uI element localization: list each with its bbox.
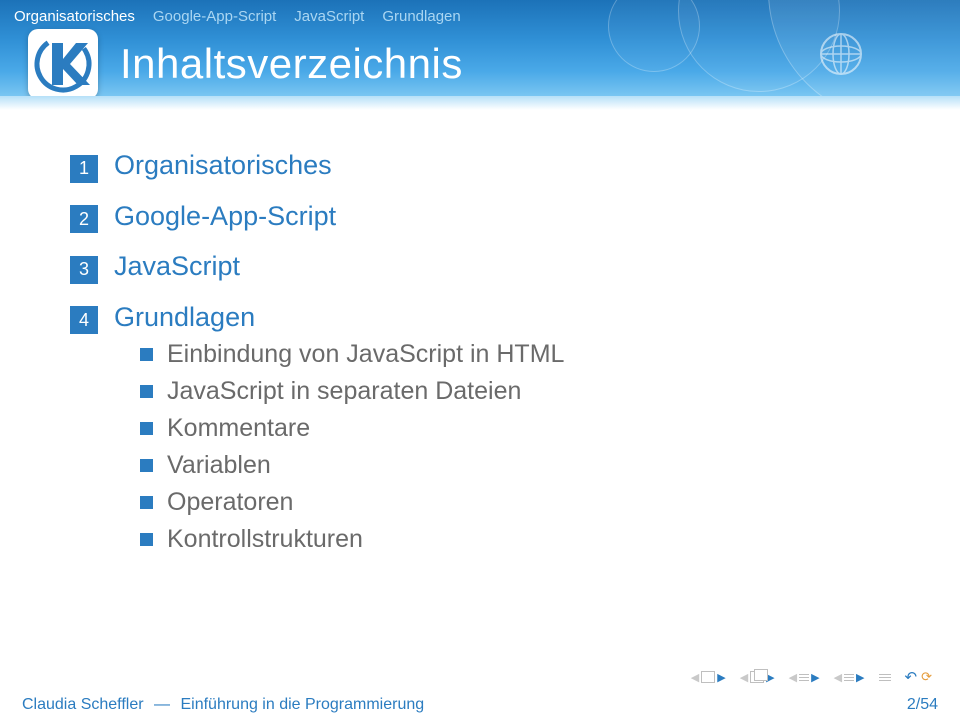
square-bullet-icon (140, 533, 153, 546)
triangle-left-icon: ◀ (691, 671, 699, 684)
footer: Claudia Scheffler — Einführung in die Pr… (0, 690, 960, 720)
triangle-right-icon: ▶ (717, 671, 725, 684)
toc-number-badge: 1 (70, 155, 98, 183)
footer-left: Claudia Scheffler — Einführung in die Pr… (22, 696, 424, 714)
nav-prev-slide-button[interactable]: ◀ ▶ (740, 671, 775, 684)
frames-stack-icon (750, 671, 764, 683)
frame-icon (701, 671, 715, 683)
nav-prev-frame-button[interactable]: ◀ ▶ (691, 671, 726, 684)
square-bullet-icon (140, 459, 153, 472)
toc-link-javascript[interactable]: JavaScript (114, 251, 240, 282)
nav-outline-button[interactable] (879, 674, 891, 681)
square-bullet-icon (140, 385, 153, 398)
toc-number-badge: 2 (70, 205, 98, 233)
square-bullet-icon (140, 496, 153, 509)
toc-sublink[interactable]: JavaScript in separaten Dateien (167, 377, 521, 406)
toc-subitem: Operatoren (140, 488, 920, 517)
toc-sublink[interactable]: Operatoren (167, 488, 293, 517)
toc-number-badge: 3 (70, 256, 98, 284)
search-glyph-icon: ⟳ (921, 669, 932, 685)
square-bullet-icon (140, 348, 153, 361)
slide-title: Inhaltsverzeichnis (120, 40, 463, 88)
nav-item-google-app-script[interactable]: Google-App-Script (153, 8, 276, 25)
footer-author: Claudia Scheffler (22, 696, 144, 713)
nav-prev-section-button[interactable]: ◀ ▶ (789, 671, 820, 684)
slide: Organisatorisches Google-App-Script Java… (0, 0, 960, 720)
slide-body: 1 Organisatorisches 2 Google-App-Script … (0, 110, 960, 554)
outline-icon (879, 674, 891, 681)
toc-item: 2 Google-App-Script (70, 201, 920, 234)
toc-link-grundlagen[interactable]: Grundlagen (114, 302, 255, 333)
toc-sublink[interactable]: Kontrollstrukturen (167, 525, 363, 554)
triangle-left-icon: ◀ (789, 671, 797, 684)
toc-number-badge: 4 (70, 306, 98, 334)
toc-item: 3 JavaScript (70, 251, 920, 284)
toc-link-google-app-script[interactable]: Google-App-Script (114, 201, 336, 232)
beamer-nav-controls: ◀ ▶ ◀ ▶ ◀ ▶ ◀ ▶ ↶ ⟳ (691, 668, 932, 686)
kde-logo-icon (28, 29, 98, 99)
page-number: 2/54 (907, 696, 938, 714)
undo-icon: ↶ (905, 668, 918, 686)
nav-item-organisatorisches[interactable]: Organisatorisches (14, 8, 135, 25)
triangle-right-icon: ▶ (856, 671, 864, 684)
toc-item: 1 Organisatorisches (70, 150, 920, 183)
toc-sublist: Einbindung von JavaScript in HTML JavaSc… (140, 340, 920, 554)
triangle-left-icon: ◀ (834, 671, 842, 684)
nav-back-button[interactable]: ↶ ⟳ (905, 668, 932, 686)
section-nav: Organisatorisches Google-App-Script Java… (0, 0, 960, 25)
subsection-lines-icon (844, 674, 854, 681)
section-lines-icon (799, 674, 809, 681)
toc-sublink[interactable]: Einbindung von JavaScript in HTML (167, 340, 564, 369)
square-bullet-icon (140, 422, 153, 435)
toc-subitem: JavaScript in separaten Dateien (140, 377, 920, 406)
triangle-left-icon: ◀ (740, 671, 748, 684)
toc-subitem: Einbindung von JavaScript in HTML (140, 340, 920, 369)
triangle-right-icon: ▶ (811, 671, 819, 684)
toc-link-organisatorisches[interactable]: Organisatorisches (114, 150, 332, 181)
nav-prev-subsection-button[interactable]: ◀ ▶ (834, 671, 865, 684)
toc-item: 4 Grundlagen (70, 302, 920, 335)
toc-subitem: Kommentare (140, 414, 920, 443)
toc-sublink[interactable]: Variablen (167, 451, 271, 480)
header: Organisatorisches Google-App-Script Java… (0, 0, 960, 110)
nav-item-javascript[interactable]: JavaScript (294, 8, 364, 25)
nav-item-grundlagen[interactable]: Grundlagen (382, 8, 460, 25)
toc-sublink[interactable]: Kommentare (167, 414, 310, 443)
globe-icon (817, 30, 865, 78)
footer-separator: — (154, 696, 170, 713)
toc-subitem: Kontrollstrukturen (140, 525, 920, 554)
title-row: Inhaltsverzeichnis (0, 25, 960, 99)
toc-subitem: Variablen (140, 451, 920, 480)
footer-course: Einführung in die Programmierung (180, 696, 424, 713)
